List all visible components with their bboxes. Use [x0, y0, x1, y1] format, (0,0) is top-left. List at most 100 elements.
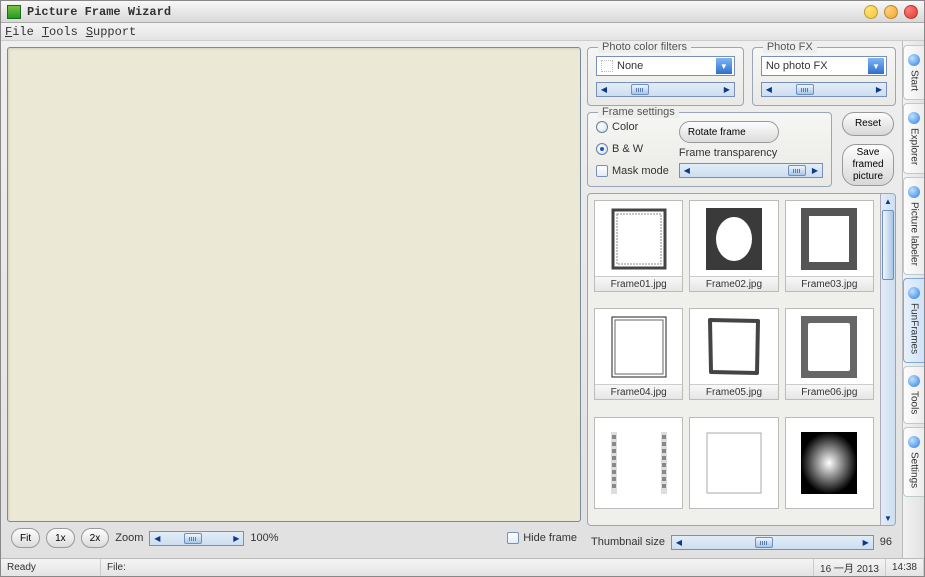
hide-frame-checkbox[interactable]: Hide frame: [507, 532, 577, 544]
tab-tools[interactable]: Tools: [903, 366, 924, 423]
zoom-2x-button[interactable]: 2x: [81, 528, 110, 548]
chevron-down-icon[interactable]: ▼: [716, 58, 732, 74]
thumbnail-size-slider[interactable]: ◀ ▶: [671, 535, 874, 550]
thumbnail-size-row: Thumbnail size ◀ ▶ 96: [587, 532, 896, 552]
reset-button[interactable]: Reset: [842, 112, 894, 136]
frame-thumbnail[interactable]: [689, 417, 778, 509]
fx-combo[interactable]: No photo FX ▼: [761, 56, 887, 76]
frame-thumbnail[interactable]: Frame04.jpg: [594, 308, 683, 400]
save-framed-picture-button[interactable]: Save framed picture: [842, 144, 894, 186]
tab-icon: [908, 186, 920, 198]
frame-preview-icon: [786, 418, 873, 508]
arrow-right-icon[interactable]: ▶: [229, 532, 243, 545]
zoom-1x-button[interactable]: 1x: [46, 528, 75, 548]
zoom-value: 100%: [250, 532, 278, 544]
frame-settings-row: Frame settings Color B & W Mask mode Rot…: [587, 112, 896, 187]
frame-thumbnail[interactable]: [594, 417, 683, 509]
close-button[interactable]: [904, 5, 918, 19]
frame-thumbnail[interactable]: Frame03.jpg: [785, 200, 874, 292]
arrow-down-icon[interactable]: ▼: [881, 511, 895, 525]
minimize-button[interactable]: [864, 5, 878, 19]
chevron-down-icon[interactable]: ▼: [868, 58, 884, 74]
tab-explorer[interactable]: Explorer: [903, 103, 924, 174]
statusbar: Ready File: 16 一月 2013 14:38: [1, 558, 924, 576]
arrow-left-icon[interactable]: ◀: [672, 536, 686, 549]
tab-settings[interactable]: Settings: [903, 427, 924, 497]
filter-none-icon: [601, 60, 613, 72]
frame-preview-icon: [786, 309, 873, 384]
fx-title: Photo FX: [763, 41, 817, 53]
frame-label: Frame04.jpg: [595, 384, 682, 399]
frame-thumbnail[interactable]: [785, 417, 874, 509]
window-title: Picture Frame Wizard: [27, 5, 864, 19]
frames-grid: Frame01.jpg Frame02.jpg Frame03.jpg Frame04…: [588, 194, 880, 525]
rotate-frame-button[interactable]: Rotate frame: [679, 121, 779, 143]
frame-preview-icon: [690, 418, 777, 508]
menu-tools[interactable]: Tools: [42, 25, 78, 39]
body: Fit 1x 2x Zoom ◀ ▶ 100% Hide frame: [1, 41, 924, 558]
status-date: 16 一月 2013: [814, 559, 886, 576]
frame-label: Frame03.jpg: [786, 276, 873, 291]
side-buttons: Reset Save framed picture: [840, 112, 896, 187]
mask-mode-checkbox[interactable]: Mask mode: [596, 165, 669, 177]
frame-preview-icon: [595, 309, 682, 384]
frame-preview-icon: [786, 201, 873, 276]
arrow-right-icon[interactable]: ▶: [872, 83, 886, 96]
frame-label: Frame06.jpg: [786, 384, 873, 399]
status-file: File:: [101, 559, 814, 576]
filters-slider[interactable]: ◀ ▶: [596, 82, 735, 97]
frame-preview-icon: [595, 201, 682, 276]
frame-thumbnail[interactable]: Frame05.jpg: [689, 308, 778, 400]
arrow-up-icon[interactable]: ▲: [881, 194, 895, 208]
frame-label: Frame05.jpg: [690, 384, 777, 399]
fx-slider[interactable]: ◀ ▶: [761, 82, 887, 97]
frame-thumbnail[interactable]: Frame06.jpg: [785, 308, 874, 400]
transparency-slider[interactable]: ◀ ▶: [679, 163, 823, 178]
tab-start[interactable]: Start: [903, 45, 924, 100]
frame-settings-title: Frame settings: [598, 106, 679, 118]
menubar: File Tools Support: [1, 23, 924, 41]
filters-selected: None: [617, 60, 716, 72]
frames-scrollbar[interactable]: ▲ ▼: [880, 194, 895, 525]
fx-selected: No photo FX: [766, 60, 868, 72]
color-radio[interactable]: Color: [596, 121, 669, 133]
frame-label: Frame02.jpg: [690, 276, 777, 291]
filters-combo[interactable]: None ▼: [596, 56, 735, 76]
menu-support[interactable]: Support: [86, 25, 136, 39]
frame-thumbnail[interactable]: Frame02.jpg: [689, 200, 778, 292]
maximize-button[interactable]: [884, 5, 898, 19]
app-icon: [7, 5, 21, 19]
zoom-fit-button[interactable]: Fit: [11, 528, 40, 548]
status-time: 14:38: [886, 559, 924, 576]
arrow-left-icon[interactable]: ◀: [680, 164, 694, 177]
arrow-right-icon[interactable]: ▶: [720, 83, 734, 96]
frame-preview-icon: [690, 309, 777, 384]
frames-panel: Frame01.jpg Frame02.jpg Frame03.jpg Frame04…: [587, 193, 896, 526]
menu-file[interactable]: File: [5, 25, 34, 39]
tab-funframes[interactable]: FunFrames: [903, 278, 924, 363]
frame-thumbnail[interactable]: Frame01.jpg: [594, 200, 683, 292]
filters-title: Photo color filters: [598, 41, 691, 53]
hide-frame-label: Hide frame: [523, 532, 577, 544]
picture-canvas[interactable]: [7, 47, 581, 522]
arrow-left-icon[interactable]: ◀: [762, 83, 776, 96]
window-buttons: [864, 5, 918, 19]
transparency-label: Frame transparency: [679, 147, 823, 159]
thumbnail-size-label: Thumbnail size: [591, 536, 665, 548]
tab-icon: [908, 54, 920, 66]
arrow-left-icon[interactable]: ◀: [150, 532, 164, 545]
checkbox-icon: [507, 532, 519, 544]
arrow-right-icon[interactable]: ▶: [859, 536, 873, 549]
tab-picture-labeler[interactable]: Picture labeler: [903, 177, 924, 275]
frame-preview-icon: [595, 418, 682, 508]
thumbnail-size-value: 96: [880, 536, 892, 548]
main-area: Fit 1x 2x Zoom ◀ ▶ 100% Hide frame: [1, 41, 587, 558]
zoom-slider[interactable]: ◀ ▶: [149, 531, 244, 546]
zoom-label: Zoom: [115, 532, 143, 544]
arrow-left-icon[interactable]: ◀: [597, 83, 611, 96]
arrow-right-icon[interactable]: ▶: [808, 164, 822, 177]
bw-radio[interactable]: B & W: [596, 143, 669, 155]
frame-preview-icon: [690, 201, 777, 276]
titlebar[interactable]: Picture Frame Wizard: [1, 1, 924, 23]
frame-settings-group: Frame settings Color B & W Mask mode Rot…: [587, 112, 832, 187]
